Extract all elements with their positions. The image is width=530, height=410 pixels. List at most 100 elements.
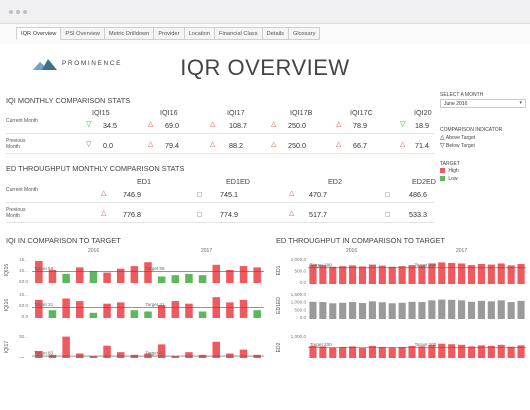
tab-metric-drilldown[interactable]: Metric Drilldown xyxy=(104,27,155,40)
bar xyxy=(458,300,466,319)
bar xyxy=(418,346,426,358)
bar xyxy=(309,264,317,284)
bar xyxy=(339,266,347,284)
bar xyxy=(212,264,220,283)
axis-tick-label: 1,000.0 xyxy=(291,334,307,339)
axis-tick-label: 1,000.0 xyxy=(291,257,307,262)
no-target-indicator xyxy=(197,192,202,197)
no-target-indicator xyxy=(385,212,390,217)
tab-location[interactable]: Location xyxy=(184,27,216,40)
month-select[interactable]: June 2016 ▾ xyxy=(440,99,526,108)
target-label: Target 290 xyxy=(310,262,332,267)
axis-tick-label: 10... xyxy=(19,268,28,273)
triangle-up-icon: △ xyxy=(400,141,406,148)
bar xyxy=(448,344,456,358)
bar xyxy=(198,275,207,283)
panel-label-iqi15: IQI15 xyxy=(4,264,10,276)
bar xyxy=(507,346,515,358)
bar xyxy=(185,273,193,283)
triangle-up-icon: △ xyxy=(210,141,216,148)
bar xyxy=(339,346,347,358)
column-header-iqi17b: IQI17B xyxy=(290,108,313,117)
no-target-indicator xyxy=(197,212,202,217)
tab-provider[interactable]: Provider xyxy=(154,27,185,40)
axis-tick-label: 500.0 xyxy=(295,269,307,274)
metric-value: 71.4 xyxy=(415,141,429,150)
legend-above: △ Above Target xyxy=(440,134,475,141)
axis-tick-label: 500.0 xyxy=(295,357,307,358)
bar xyxy=(76,267,84,283)
triangle-up-icon: △ xyxy=(289,210,295,217)
column-header-iqi20: IQI20 xyxy=(414,108,432,117)
target-label: Target 56 xyxy=(34,266,54,271)
bar xyxy=(89,271,98,283)
column-header-ed2: ED2 xyxy=(328,177,342,186)
low-swatch xyxy=(440,176,445,182)
bar xyxy=(212,341,220,358)
row-divider xyxy=(6,153,434,154)
triangle-up-icon: △ xyxy=(336,141,342,148)
axis-tick-label: 0.0 xyxy=(22,314,29,319)
ed-chart-title: ED THROUGHPUT IN COMPARISON TO TARGET xyxy=(276,236,446,245)
bar xyxy=(62,273,70,283)
window-titlebar xyxy=(0,0,530,24)
bar xyxy=(438,343,446,358)
panel-label-ed1: ED1 xyxy=(276,265,282,275)
metric-value: 108.7 xyxy=(229,121,247,130)
legend-below-label: Below Target xyxy=(446,143,475,149)
column-header-iqi16: IQI16 xyxy=(160,108,178,117)
chevron-down-icon: ▾ xyxy=(519,100,522,106)
bar xyxy=(157,276,166,283)
bar xyxy=(329,303,337,319)
bar xyxy=(368,264,376,284)
tab-financial-class[interactable]: Financial Class xyxy=(215,27,263,40)
metric-value: 78.9 xyxy=(353,121,367,130)
window-maximize-dot[interactable] xyxy=(23,10,27,14)
row-divider xyxy=(6,202,434,203)
bar xyxy=(89,312,98,318)
bar xyxy=(185,303,193,318)
legend-low-label: Low xyxy=(448,176,458,182)
bar xyxy=(103,272,111,283)
tab-psi-overview[interactable]: PSI Overview xyxy=(61,27,105,40)
axis-tick-label: 15... xyxy=(19,257,28,262)
legend-low: Low xyxy=(440,176,458,182)
legend-high: High xyxy=(440,168,459,174)
triangle-up-icon: △ xyxy=(210,121,216,128)
column-header-ed2ed: ED2ED xyxy=(412,177,436,186)
column-header-ed1: ED1 xyxy=(137,177,151,186)
row-divider xyxy=(6,133,434,134)
no-target-indicator xyxy=(385,192,390,197)
bar xyxy=(448,262,456,284)
bar xyxy=(408,301,416,319)
metric-value: 69.0 xyxy=(165,121,179,130)
iqi-target-chart: IQI15 15... 10... 50.0 Target 56 Target 56 IQI… xyxy=(0,254,268,358)
bar xyxy=(171,301,180,318)
iqi-section-title: IQI MONTHLY COMPARISON STATS xyxy=(6,96,131,105)
bar xyxy=(329,266,337,284)
window-minimize-dot[interactable] xyxy=(16,10,20,14)
bar xyxy=(253,267,261,283)
bar xyxy=(398,266,406,284)
tab-glossary[interactable]: Glossary xyxy=(288,27,321,40)
bar xyxy=(507,302,515,319)
triangle-up-icon: △ xyxy=(148,141,154,148)
metric-value: 745.1 xyxy=(220,190,238,199)
tab-details[interactable]: Details xyxy=(262,27,289,40)
axis-tick-label: 1,000.0 xyxy=(291,300,307,305)
row-divider xyxy=(6,222,434,223)
metric-value: 533.3 xyxy=(409,210,427,219)
dashboard-tab-bar: IQR Overview PSI Overview Metric Drilldown… xyxy=(0,24,530,44)
bar xyxy=(418,302,426,319)
target-label: Target 200 xyxy=(310,342,332,347)
iqi-target-chart-svg: IQI15 15... 10... 50.0 Target 56 Target 56 IQI… xyxy=(4,257,264,358)
window-close-dot[interactable] xyxy=(9,10,13,14)
tab-iqr-overview[interactable]: IQR Overview xyxy=(16,27,62,40)
metric-value: 250.0 xyxy=(288,141,306,150)
triangle-down-icon: ▽ xyxy=(86,141,92,148)
metric-value: 517.7 xyxy=(309,210,327,219)
ed-section-title: ED THROUGHPUT MONTHLY COMPARISON STATS xyxy=(6,164,185,173)
panel-label-iqi16: IQI16 xyxy=(4,299,10,311)
bar xyxy=(448,299,456,319)
ed-target-chart-svg: ED1 1,000.0 500.0 0.0 Target 290 Target 290 ED… xyxy=(276,257,526,358)
